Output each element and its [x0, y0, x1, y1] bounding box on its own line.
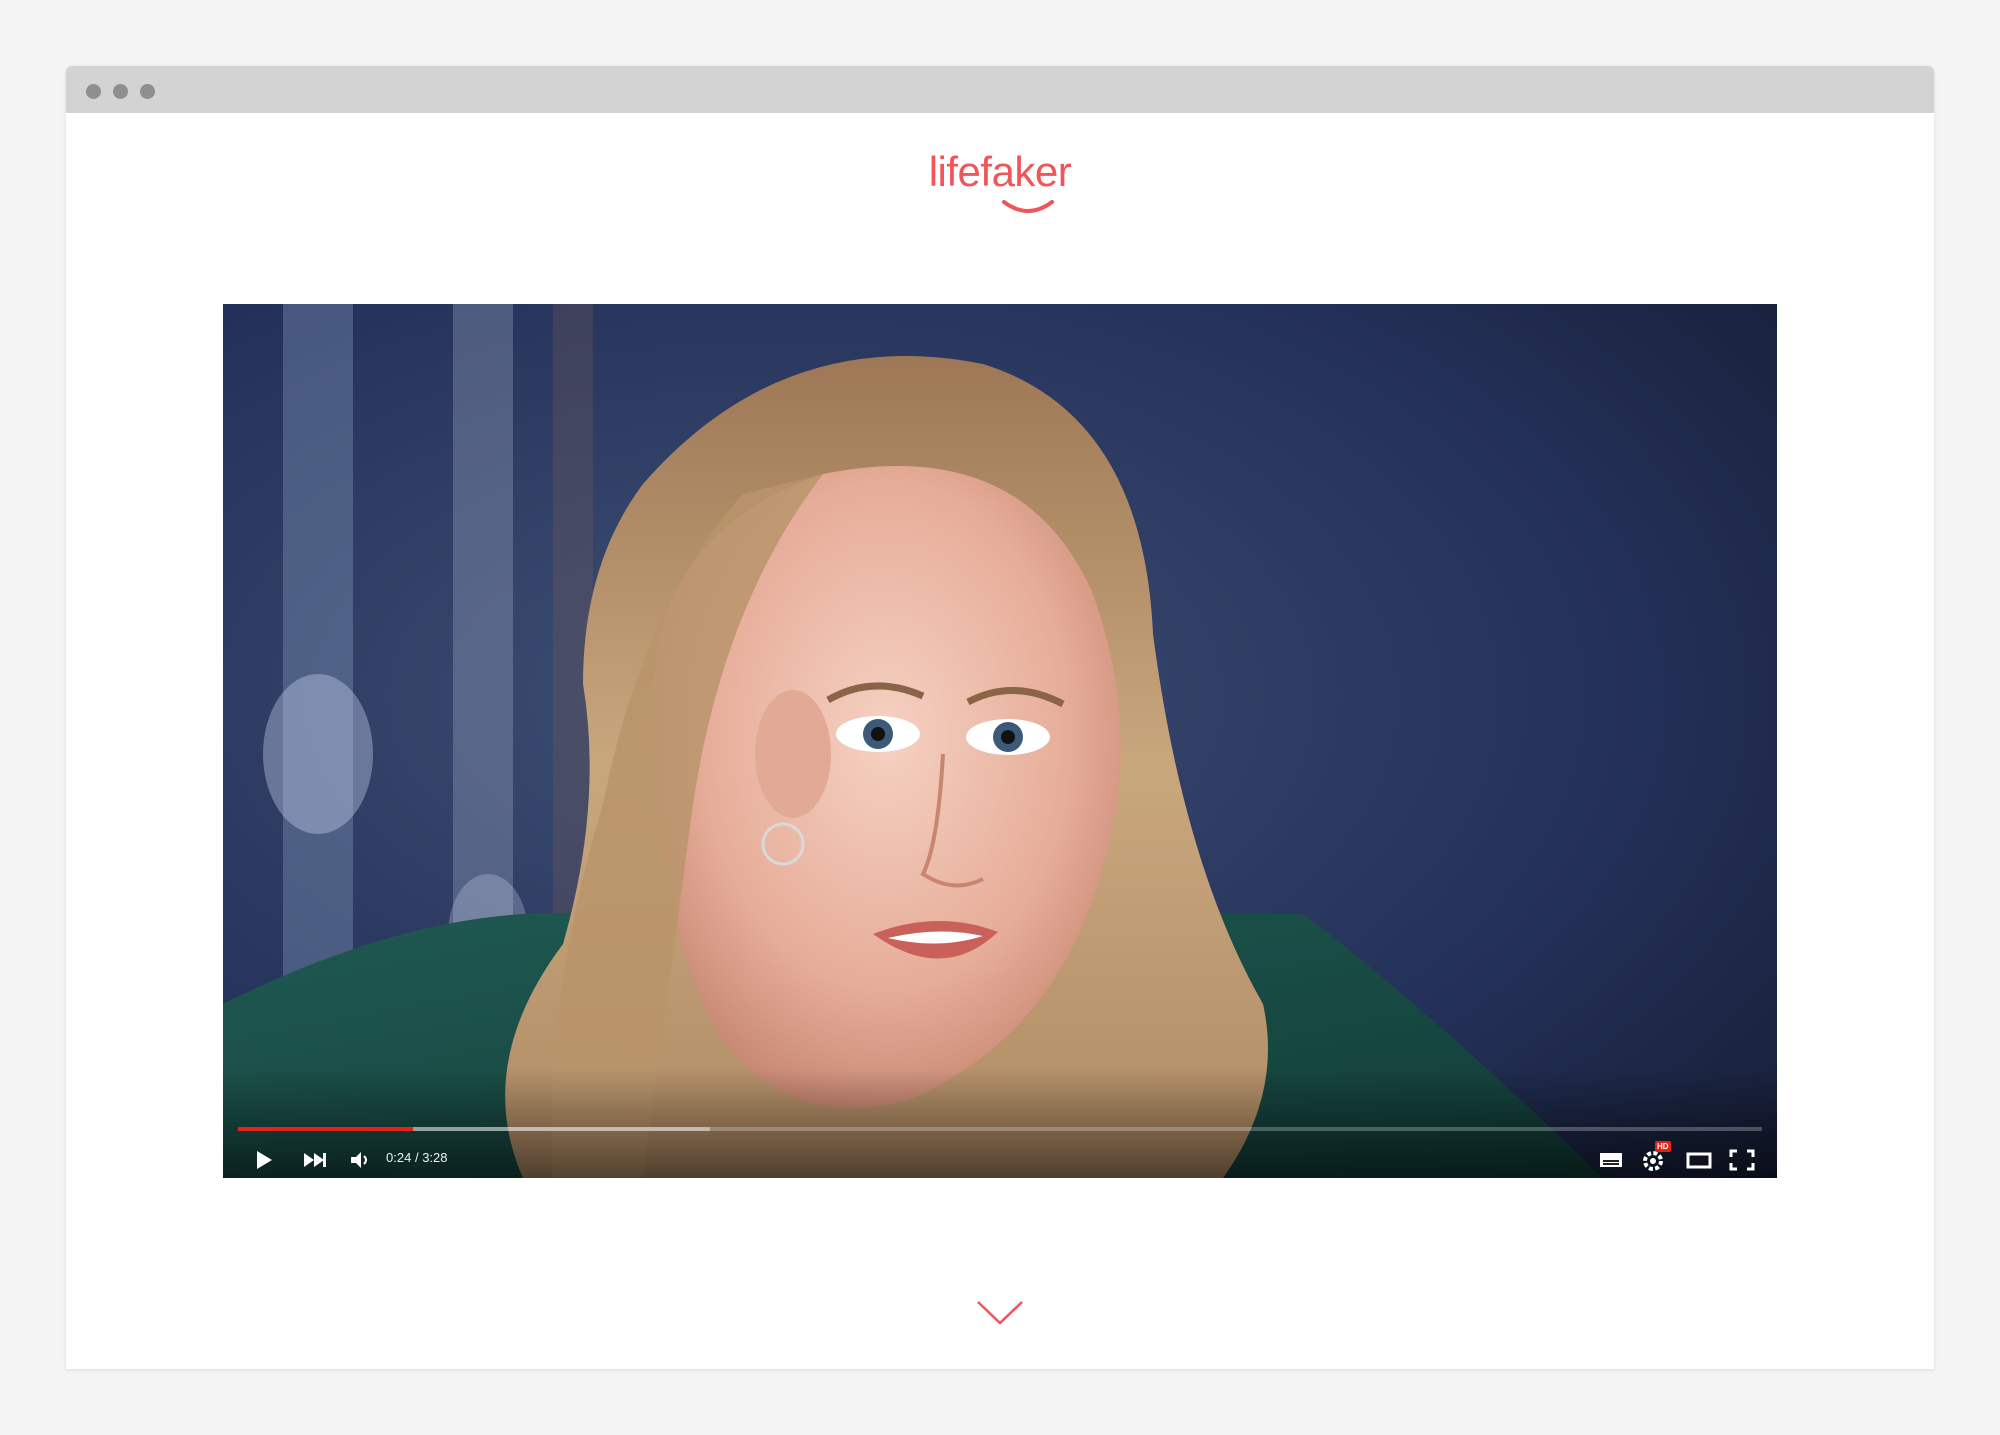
fullscreen-icon[interactable] — [1728, 1147, 1756, 1173]
controls-gradient — [223, 1068, 1777, 1178]
logo-smile-icon — [1002, 200, 1054, 213]
video-player[interactable]: 0:24 / 3:28 HD — [223, 304, 1777, 1178]
video-frame — [223, 304, 1777, 1178]
theater-mode-icon[interactable] — [1685, 1147, 1713, 1173]
volume-icon[interactable] — [348, 1147, 374, 1173]
window-close-dot[interactable] — [86, 84, 101, 99]
hd-badge: HD — [1655, 1141, 1671, 1152]
time-separator: / — [414, 1150, 419, 1165]
chevron-down-icon[interactable] — [976, 1299, 1024, 1327]
window-minimize-dot[interactable] — [113, 84, 128, 99]
progress-played — [238, 1127, 414, 1131]
subtitles-icon[interactable] — [1598, 1147, 1624, 1173]
logo-wordmark: lifefaker — [928, 148, 1072, 195]
progress-bar[interactable] — [238, 1127, 1762, 1131]
current-time: 0:24 — [386, 1150, 412, 1165]
browser-window: lifefaker 0:24 / 3:28 HD — [66, 66, 1934, 1369]
time-display: 0:24 / 3:28 — [386, 1146, 448, 1170]
browser-chrome — [66, 66, 1934, 113]
next-icon[interactable] — [301, 1147, 329, 1173]
play-icon[interactable] — [253, 1147, 275, 1173]
window-maximize-dot[interactable] — [140, 84, 155, 99]
duration: 3:28 — [422, 1150, 448, 1165]
